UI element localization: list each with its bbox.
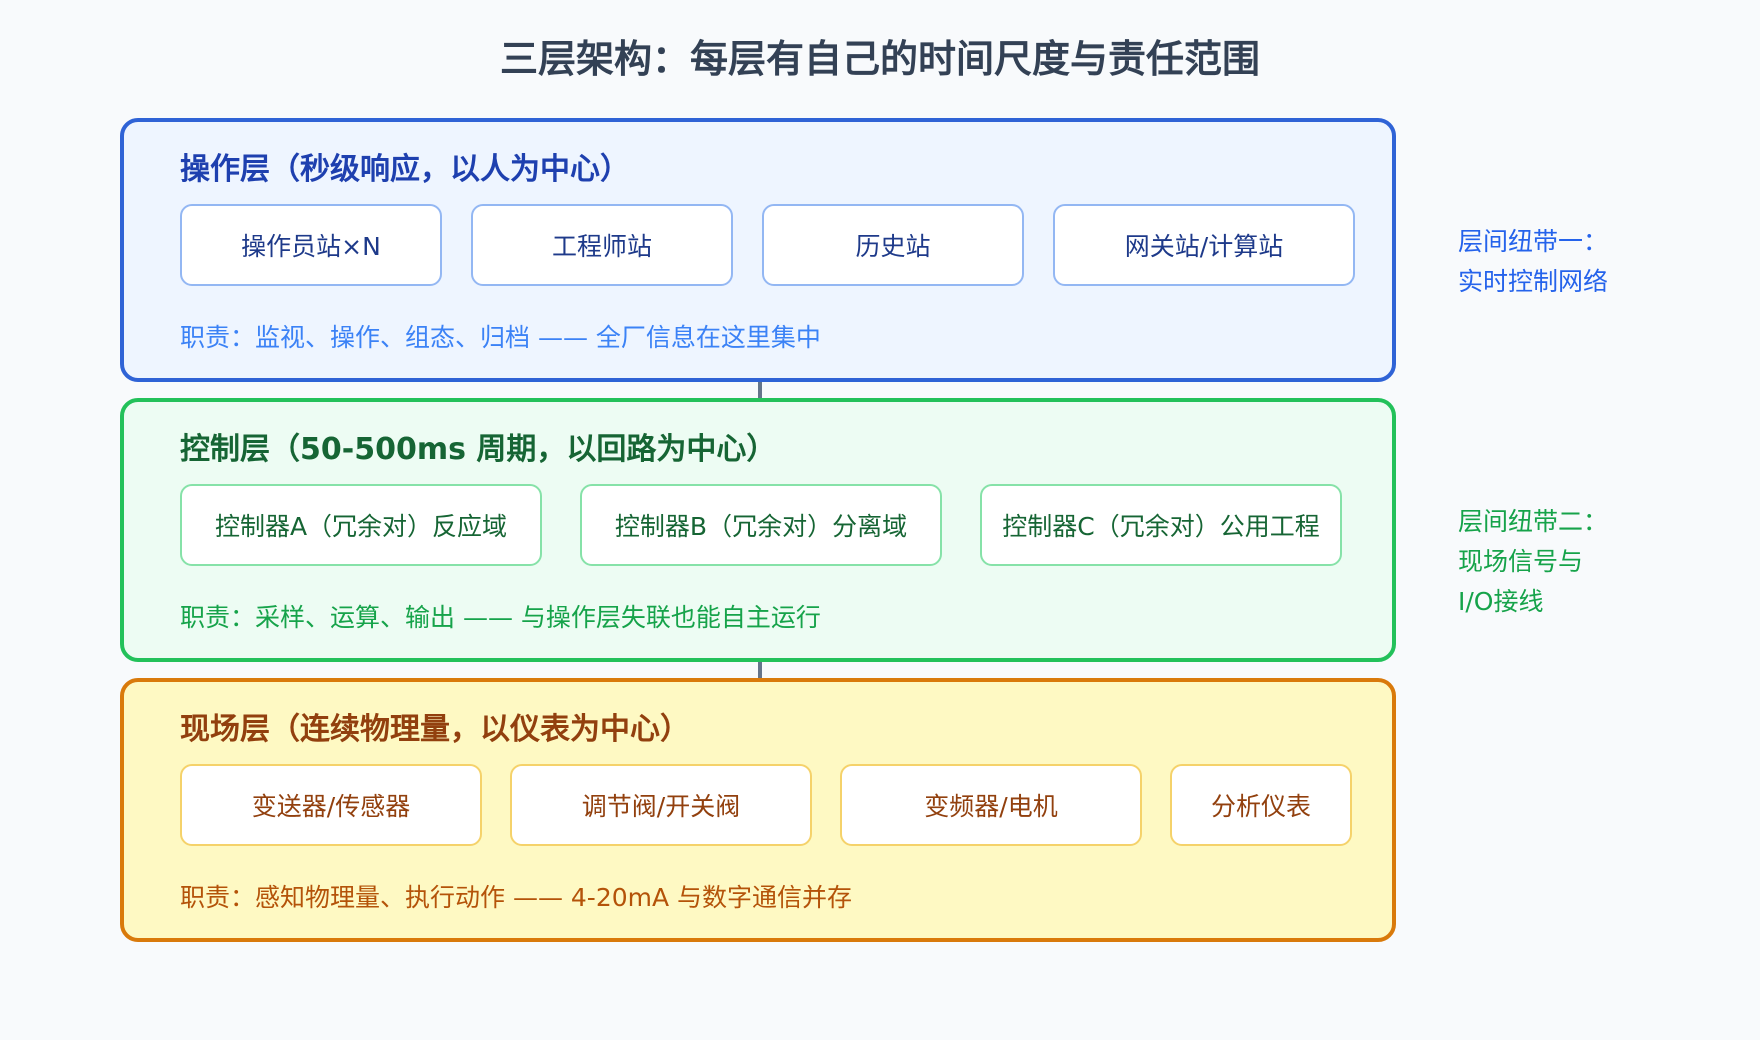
node-controller-b: 控制器B（冗余对）分离域 xyxy=(580,484,942,566)
link-label-2-line-3: I/O接线 xyxy=(1458,587,1544,616)
link-label-2-line-2: 现场信号与 xyxy=(1458,547,1584,576)
node-controller-c: 控制器C（冗余对）公用工程 xyxy=(980,484,1342,566)
operation-layer-duty: 职责：监视、操作、组态、归档 —— 全厂信息在这里集中 xyxy=(180,323,821,352)
node-drive-motor: 变频器/电机 xyxy=(840,764,1142,846)
control-layer-duty: 职责：采样、运算、输出 —— 与操作层失联也能自主运行 xyxy=(180,603,821,632)
link-label-2: 层间纽带二： 现场信号与 I/O接线 xyxy=(1458,502,1608,622)
node-controller-a: 控制器A（冗余对）反应域 xyxy=(180,484,542,566)
node-gateway-station: 网关站/计算站 xyxy=(1053,204,1355,286)
link-label-2-line-1: 层间纽带二： xyxy=(1458,507,1609,536)
field-layer: 现场层（连续物理量，以仪表为中心） 变送器/传感器 调节阀/开关阀 变频器/电机… xyxy=(120,678,1396,942)
node-valve: 调节阀/开关阀 xyxy=(510,764,812,846)
field-layer-duty: 职责：感知物理量、执行动作 —— 4-20mA 与数字通信并存 xyxy=(180,883,853,912)
node-history-station: 历史站 xyxy=(762,204,1024,286)
operation-layer: 操作层（秒级响应，以人为中心） 操作员站×N 工程师站 历史站 网关站/计算站 … xyxy=(120,118,1396,382)
diagram-title: 三层架构：每层有自己的时间尺度与责任范围 xyxy=(499,37,1260,81)
node-operator-station: 操作员站×N xyxy=(180,204,442,286)
link-label-1: 层间纽带一： 实时控制网络 xyxy=(1458,222,1608,302)
node-transmitter: 变送器/传感器 xyxy=(180,764,482,846)
node-analyzer: 分析仪表 xyxy=(1170,764,1352,846)
field-layer-title: 现场层（连续物理量，以仪表为中心） xyxy=(180,712,690,747)
control-layer: 控制层（50-500ms 周期，以回路为中心） 控制器A（冗余对）反应域 控制器… xyxy=(120,398,1396,662)
connector-ctrl-field xyxy=(758,662,762,678)
link-label-1-line-1: 层间纽带一： xyxy=(1458,227,1609,256)
link-label-1-line-2: 实时控制网络 xyxy=(1458,267,1609,296)
connector-ops-ctrl xyxy=(758,382,762,398)
node-engineer-station: 工程师站 xyxy=(471,204,733,286)
operation-layer-title: 操作层（秒级响应，以人为中心） xyxy=(180,152,630,187)
control-layer-title: 控制层（50-500ms 周期，以回路为中心） xyxy=(180,432,777,467)
